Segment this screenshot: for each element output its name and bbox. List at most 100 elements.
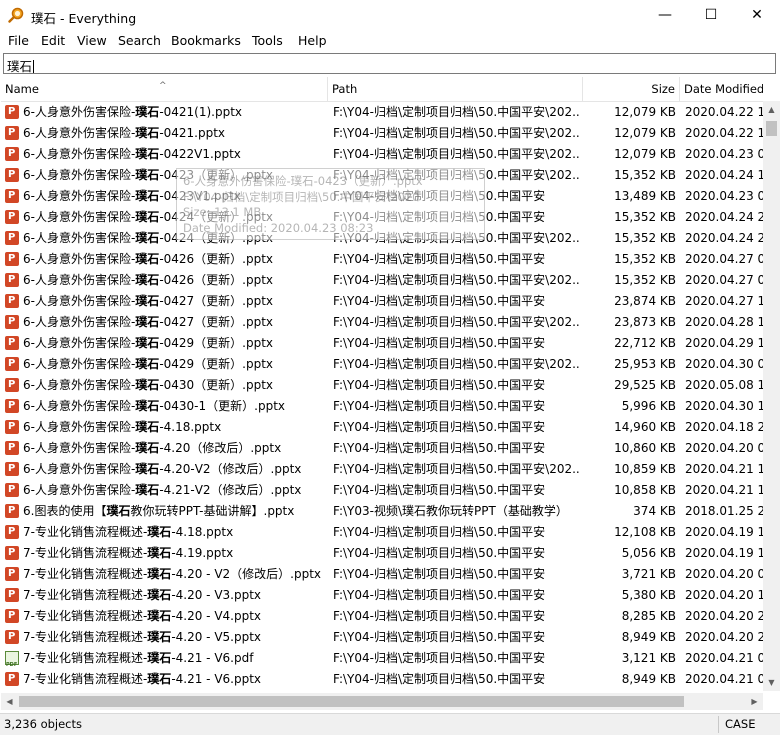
powerpoint-file-icon [5,210,19,224]
vertical-scroll-thumb[interactable] [766,121,777,136]
menu-edit[interactable]: Edit [41,33,65,48]
file-name-match: 璞石 [135,315,160,329]
file-path: F:\Y04-归档\定制项目归档\50.中国平安 [333,336,546,350]
vertical-scrollbar[interactable]: ▲ ▼ [763,101,780,691]
file-name-suffix: -4.21 - V6.pptx [171,672,262,686]
file-date-modified: 2020.04.20 22: [685,630,763,644]
scroll-right-icon[interactable]: ▶ [746,693,763,710]
file-name: 6-人身意外伤害保险-璞石-0427（更新）.pptx [5,312,327,333]
column-date-modified[interactable]: Date Modified [680,77,763,101]
magnifier-icon [8,7,24,23]
maximize-button[interactable]: ☐ [688,0,734,30]
file-name-prefix: 6-人身意外伤害保险- [23,420,136,434]
table-row[interactable]: 6-人身意外伤害保险-璞石-4.20-V2（修改后）.pptx F:\Y04-归档… [1,459,763,480]
table-row[interactable]: 6-人身意外伤害保险-璞石-0427（更新）.pptx F:\Y04-归档\定制项… [1,312,763,333]
file-name-prefix: 6-人身意外伤害保险- [23,315,136,329]
file-name-prefix: 7-专业化销售流程概述- [23,546,148,560]
file-size: 25,953 KB [614,357,676,371]
file-name: 6-人身意外伤害保险-璞石-0421(1).pptx [5,102,327,123]
table-row[interactable]: 6-人身意外伤害保险-璞石-0429（更新）.pptx F:\Y04-归档\定制项… [1,354,763,375]
file-name: 6-人身意外伤害保险-璞石-4.18.pptx [5,417,327,438]
file-name-match: 璞石 [147,672,172,686]
scroll-up-icon[interactable]: ▲ [763,101,780,118]
pdf-file-icon [5,651,19,669]
table-row[interactable]: 6-人身意外伤害保险-璞石-0422V1.pptx F:\Y04-归档\定制项目归… [1,144,763,165]
menu-search[interactable]: Search [118,33,161,48]
file-size: 5,380 KB [621,588,676,602]
file-date-modified: 2020.04.21 10: [685,462,763,476]
table-row[interactable]: 7-专业化销售流程概述-璞石-4.18.pptx F:\Y04-归档\定制项目归档… [1,522,763,543]
table-row[interactable]: 7-专业化销售流程概述-璞石-4.20 - V4.pptx F:\Y04-归档\定… [1,606,763,627]
file-path: F:\Y04-归档\定制项目归档\50.中国平安 [333,294,546,308]
powerpoint-file-icon [5,546,19,560]
table-row[interactable]: 6-人身意外伤害保险-璞石-0429（更新）.pptx F:\Y04-归档\定制项… [1,333,763,354]
search-input[interactable]: 璞石 [3,53,776,74]
file-path: F:\Y04-归档\定制项目归档\50.中国平安\202... [333,273,579,287]
table-row[interactable]: 6-人身意外伤害保险-璞石-4.20（修改后）.pptx F:\Y04-归档\定制… [1,438,763,459]
table-row[interactable]: 6.图表的使用【璞石教你玩转PPT-基础讲解】.pptx F:\Y03-视频\璞石… [1,501,763,522]
table-row[interactable]: 7-专业化销售流程概述-璞石-4.20 - V5.pptx F:\Y04-归档\定… [1,627,763,648]
powerpoint-file-icon [5,525,19,539]
table-row[interactable]: 6-人身意外伤害保险-璞石-0426（更新）.pptx F:\Y04-归档\定制项… [1,270,763,291]
table-row[interactable]: 6-人身意外伤害保险-璞石-0430-1（更新）.pptx F:\Y04-归档\定… [1,396,763,417]
file-name-prefix: 6-人身意外伤害保险- [23,399,136,413]
column-size[interactable]: Size [583,77,680,101]
file-name: 7-专业化销售流程概述-璞石-4.20 - V3.pptx [5,585,327,606]
scroll-down-icon[interactable]: ▼ [763,674,780,691]
file-name: 6-人身意外伤害保险-璞石-0429（更新）.pptx [5,354,327,375]
minimize-icon: — [658,7,672,23]
file-name-suffix: -0422V1.pptx [159,147,241,161]
file-name-suffix: -4.18.pptx [159,420,222,434]
menu-help[interactable]: Help [298,33,327,48]
file-path: F:\Y03-视频\璞石教你玩转PPT（基础教学） [333,504,568,518]
column-path-label: Path [332,82,358,96]
file-name-prefix: 6-人身意外伤害保险- [23,441,136,455]
file-name-suffix: -0427（更新）.pptx [159,294,274,308]
file-name-prefix: 6-人身意外伤害保险- [23,378,136,392]
file-name-suffix: -4.21-V2（修改后）.pptx [159,483,302,497]
table-row[interactable]: 7-专业化销售流程概述-璞石-4.20 - V3.pptx F:\Y04-归档\定… [1,585,763,606]
close-button[interactable]: ✕ [734,0,780,30]
file-name-prefix: 7-专业化销售流程概述- [23,588,148,602]
table-row[interactable]: 7-专业化销售流程概述-璞石-4.21 - V6.pdf F:\Y04-归档\定制… [1,648,763,669]
column-path[interactable]: Path [328,77,583,101]
table-row[interactable]: 6-人身意外伤害保险-璞石-4.18.pptx F:\Y04-归档\定制项目归档\… [1,417,763,438]
file-name-suffix: -0421.pptx [159,126,226,140]
table-row[interactable]: 6-人身意外伤害保险-璞石-0427（更新）.pptx F:\Y04-归档\定制项… [1,291,763,312]
menu-file[interactable]: File [8,33,29,48]
table-row[interactable]: 7-专业化销售流程概述-璞石-4.21 - V6.pptx F:\Y04-归档\定… [1,669,763,690]
title-bar[interactable]: 璞石 - Everything — ☐ ✕ [0,0,780,30]
powerpoint-file-icon [5,126,19,140]
file-date-modified: 2018.01.25 21: [685,504,763,518]
file-size: 15,352 KB [614,252,676,266]
scroll-left-icon[interactable]: ◀ [1,693,18,710]
table-row[interactable]: 6-人身意外伤害保险-璞石-0426（更新）.pptx F:\Y04-归档\定制项… [1,249,763,270]
powerpoint-file-icon [5,609,19,623]
table-row[interactable]: 6-人身意外伤害保险-璞石-0430（更新）.pptx F:\Y04-归档\定制项… [1,375,763,396]
match-case-indicator[interactable]: CASE [725,717,755,731]
maximize-icon: ☐ [704,7,718,23]
table-row[interactable]: 6-人身意外伤害保险-璞石-0421.pptx F:\Y04-归档\定制项目归档\… [1,123,763,144]
menu-bookmarks[interactable]: Bookmarks [171,33,241,48]
file-name-prefix: 6-人身意外伤害保险- [23,168,136,182]
table-row[interactable]: 7-专业化销售流程概述-璞石-4.19.pptx F:\Y04-归档\定制项目归档… [1,543,763,564]
horizontal-scroll-thumb[interactable] [19,696,684,707]
powerpoint-file-icon [5,252,19,266]
horizontal-scrollbar[interactable]: ◀ ▶ [1,693,763,710]
window-title: 璞石 - Everything [31,11,137,26]
file-name: 7-专业化销售流程概述-璞石-4.19.pptx [5,543,327,564]
file-name-match: 璞石 [135,441,160,455]
menu-tools[interactable]: Tools [252,33,283,48]
file-name: 6-人身意外伤害保险-璞石-0429（更新）.pptx [5,333,327,354]
file-path: F:\Y04-归档\定制项目归档\50.中国平安 [333,567,546,581]
table-row[interactable]: 6-人身意外伤害保险-璞石-4.21-V2（修改后）.pptx F:\Y04-归档… [1,480,763,501]
column-name[interactable]: Name ^ [1,77,328,101]
file-name-match: 璞石 [135,126,160,140]
file-name: 6-人身意外伤害保险-璞石-0430（更新）.pptx [5,375,327,396]
file-name-suffix: -0426（更新）.pptx [159,273,274,287]
menu-view[interactable]: View [77,33,107,48]
table-row[interactable]: 7-专业化销售流程概述-璞石-4.20 - V2（修改后）.pptx F:\Y04… [1,564,763,585]
sort-ascending-icon: ^ [159,81,167,91]
minimize-button[interactable]: — [642,0,688,30]
table-row[interactable]: 6-人身意外伤害保险-璞石-0421(1).pptx F:\Y04-归档\定制项目… [1,102,763,123]
